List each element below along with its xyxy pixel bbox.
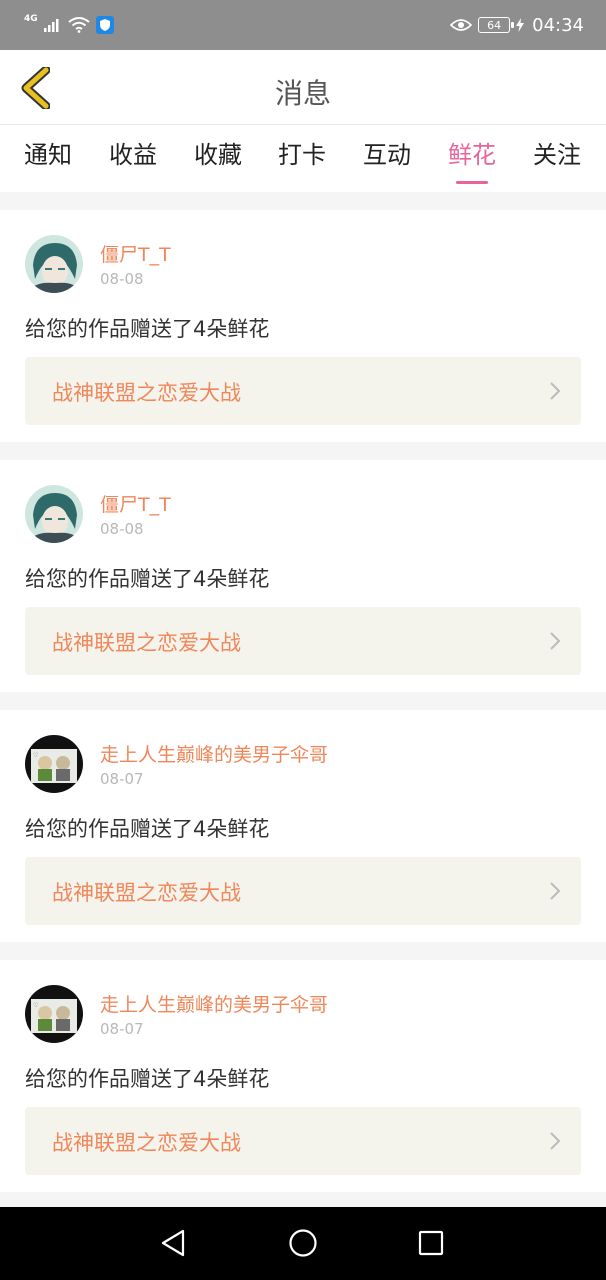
message-card: ♡ 走上人生巅峰的美男子伞哥 08-07 给您的作品赠送了4朵鲜花 战神联盟之恋… (0, 960, 606, 1192)
eye-comfort-icon (450, 19, 473, 31)
message-text: 给您的作品赠送了4朵鲜花 (25, 1067, 270, 1091)
work-link[interactable]: 战神联盟之恋爱大战 (25, 357, 581, 425)
work-link[interactable]: 战神联盟之恋爱大战 (25, 1107, 581, 1175)
svg-text:♡: ♡ (33, 752, 38, 759)
nav-recents-button[interactable] (413, 1225, 449, 1261)
header: 消息 (0, 50, 606, 125)
tab-earnings[interactable]: 收益 (93, 135, 173, 170)
work-link[interactable]: 战神联盟之恋爱大战 (25, 607, 581, 675)
network-type: 4G (24, 14, 38, 24)
chevron-right-icon (550, 382, 561, 400)
chevron-right-icon (550, 882, 561, 900)
work-title: 战神联盟之恋爱大战 (52, 1131, 241, 1155)
status-right: 64 04:34 (450, 12, 584, 38)
status-left: 4G (24, 14, 114, 36)
username-link[interactable]: 僵尸T_T (100, 490, 171, 517)
active-tab-indicator (456, 181, 488, 184)
tab-checkin[interactable]: 打卡 (262, 135, 342, 170)
battery-level: 64 (487, 18, 502, 32)
nav-back-button[interactable] (155, 1225, 191, 1261)
message-text: 给您的作品赠送了4朵鲜花 (25, 567, 270, 591)
status-bar: 4G 64 04:34 (0, 0, 606, 50)
tab-notifications[interactable]: 通知 (8, 135, 88, 170)
username-link[interactable]: 走上人生巅峰的美男子伞哥 (100, 740, 328, 767)
security-shield-icon (95, 16, 114, 34)
message-date: 08-07 (100, 770, 144, 788)
system-nav-bar (0, 1207, 606, 1280)
work-title: 战神联盟之恋爱大战 (52, 881, 241, 905)
svg-text:♡: ♡ (33, 1002, 38, 1009)
tab-bar: 通知 收益 收藏 打卡 互动 鲜花 关注 (0, 125, 606, 192)
tab-favorites[interactable]: 收藏 (178, 135, 258, 170)
avatar[interactable] (25, 235, 83, 293)
signal-icon (43, 19, 59, 32)
message-date: 08-08 (100, 520, 144, 538)
work-title: 战神联盟之恋爱大战 (52, 381, 241, 405)
clock: 04:34 (532, 14, 584, 36)
chevron-right-icon (550, 1132, 561, 1150)
chevron-right-icon (550, 632, 561, 650)
message-card: 僵尸T_T 08-08 给您的作品赠送了4朵鲜花 战神联盟之恋爱大战 (0, 460, 606, 692)
tab-flowers-label: 鲜花 (448, 141, 496, 169)
work-title: 战神联盟之恋爱大战 (52, 631, 241, 655)
square-recents-icon (418, 1230, 444, 1256)
tab-interaction[interactable]: 互动 (347, 135, 427, 170)
tab-following[interactable]: 关注 (517, 135, 597, 170)
page-title: 消息 (274, 77, 331, 110)
wifi-icon (68, 17, 90, 33)
triangle-back-icon (161, 1229, 185, 1257)
message-card: 僵尸T_T 08-08 给您的作品赠送了4朵鲜花 战神联盟之恋爱大战 (0, 210, 606, 442)
message-card: ♡ 走上人生巅峰的美男子伞哥 08-07 给您的作品赠送了4朵鲜花 战神联盟之恋… (0, 710, 606, 942)
nav-home-button[interactable] (285, 1225, 321, 1261)
message-text: 给您的作品赠送了4朵鲜花 (25, 817, 270, 841)
charging-icon (516, 18, 525, 32)
message-text: 给您的作品赠送了4朵鲜花 (25, 317, 270, 341)
avatar[interactable]: ♡ (25, 735, 83, 793)
avatar[interactable]: ♡ (25, 985, 83, 1043)
message-date: 08-08 (100, 270, 144, 288)
avatar[interactable] (25, 485, 83, 543)
battery-indicator: 64 (478, 17, 515, 33)
work-link[interactable]: 战神联盟之恋爱大战 (25, 857, 581, 925)
message-date: 08-07 (100, 1020, 144, 1038)
tab-flowers[interactable]: 鲜花 (432, 135, 512, 184)
username-link[interactable]: 僵尸T_T (100, 240, 171, 267)
username-link[interactable]: 走上人生巅峰的美男子伞哥 (100, 990, 328, 1017)
circle-home-icon (289, 1229, 317, 1257)
